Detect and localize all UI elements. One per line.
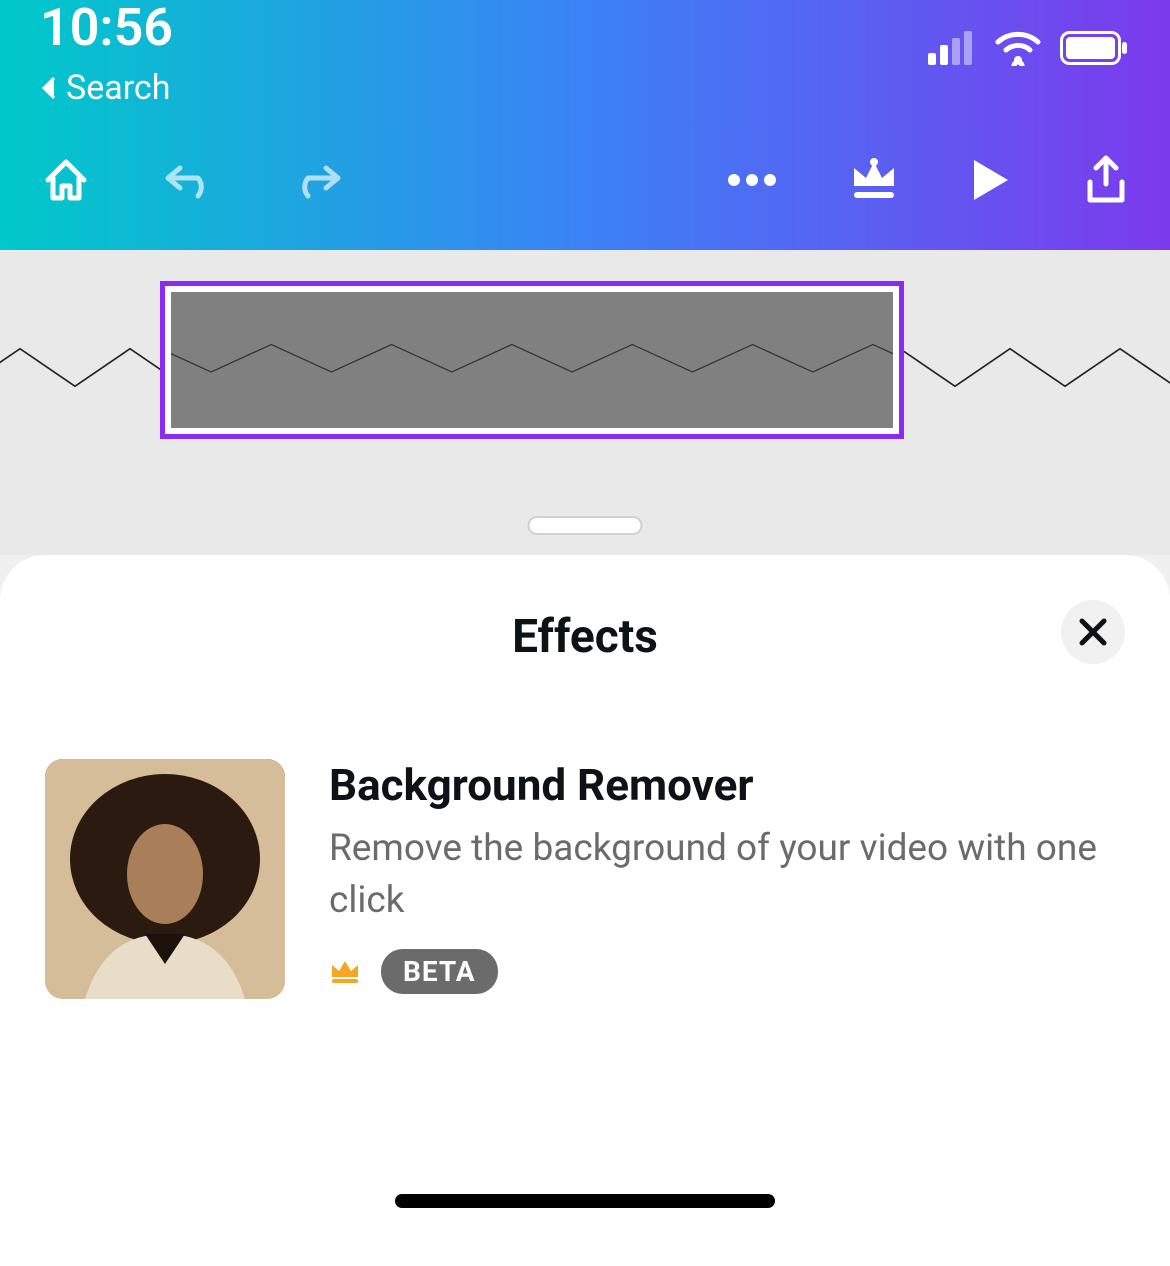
export-share-button[interactable] xyxy=(1082,154,1130,206)
status-bar: 10:56 Search xyxy=(0,0,1170,135)
editor-toolbar xyxy=(0,135,1170,250)
effect-title: Background Remover xyxy=(329,759,1125,811)
play-icon xyxy=(970,156,1012,204)
undo-icon xyxy=(162,160,218,200)
wifi-icon xyxy=(994,30,1042,66)
home-button[interactable] xyxy=(40,154,92,206)
effects-panel: Effects Background Remover Remove the ba… xyxy=(0,555,1170,1136)
close-panel-button[interactable] xyxy=(1061,600,1125,664)
back-to-search-link[interactable]: Search xyxy=(40,68,173,108)
battery-icon xyxy=(1060,31,1130,65)
crown-icon xyxy=(848,156,900,204)
canvas-preview-area[interactable] xyxy=(0,250,1170,555)
zigzag-shape-icon xyxy=(171,342,893,412)
export-icon xyxy=(1082,154,1130,206)
redo-button[interactable] xyxy=(288,160,344,200)
close-icon xyxy=(1078,617,1108,647)
redo-icon xyxy=(288,160,344,200)
undo-button[interactable] xyxy=(162,160,218,200)
beta-badge: BETA xyxy=(381,949,498,994)
status-indicators xyxy=(928,30,1130,66)
effect-background-remover[interactable]: Background Remover Remove the background… xyxy=(45,759,1125,999)
play-preview-button[interactable] xyxy=(970,156,1012,204)
cellular-signal-icon xyxy=(928,31,976,65)
caret-left-icon xyxy=(40,74,58,102)
status-time: 10:56 xyxy=(40,0,173,58)
back-label: Search xyxy=(66,68,170,108)
home-indicator[interactable] xyxy=(395,1194,775,1208)
panel-title: Effects xyxy=(45,610,1125,664)
effect-description: Remove the background of your video with… xyxy=(329,823,1125,927)
crown-premium-icon xyxy=(329,955,361,987)
selected-element-frame[interactable] xyxy=(160,281,904,439)
bottom-home-area xyxy=(0,1136,1170,1266)
more-icon xyxy=(726,172,778,188)
more-options-button[interactable] xyxy=(726,172,778,188)
effect-thumbnail xyxy=(45,759,285,999)
home-icon xyxy=(40,154,92,206)
premium-crown-button[interactable] xyxy=(848,156,900,204)
panel-drag-handle[interactable] xyxy=(528,516,643,535)
